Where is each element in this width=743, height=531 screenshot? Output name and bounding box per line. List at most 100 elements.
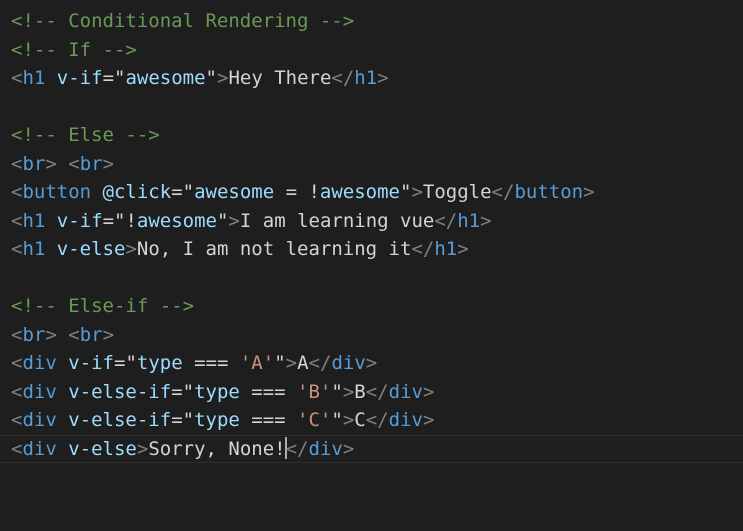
token-punct: </ xyxy=(308,352,332,374)
token-tag: div xyxy=(22,437,57,460)
token-punct: < xyxy=(68,152,80,175)
token-tag: br xyxy=(22,323,46,346)
token-text: =" xyxy=(171,409,195,431)
token-punct: </ xyxy=(411,238,435,260)
token-punct: </ xyxy=(285,437,309,460)
token-punct: < xyxy=(11,323,23,346)
token-attr: awesome xyxy=(194,181,275,203)
token-tag: div xyxy=(388,409,423,431)
token-tag: br xyxy=(79,152,103,175)
token-punct: > xyxy=(422,409,435,431)
code-line-current[interactable]: <div v-else>Sorry, None!</div> xyxy=(0,435,743,464)
code-line[interactable]: <h1 v-if="awesome">Hey There</h1> xyxy=(11,64,743,93)
code-line[interactable] xyxy=(11,93,743,122)
token-attr: type xyxy=(194,409,240,431)
code-line[interactable]: <!-- Conditional Rendering --> xyxy=(11,7,743,36)
token-tag: br xyxy=(22,152,46,175)
token-punct: > xyxy=(285,352,298,374)
token-punct: > xyxy=(480,209,492,232)
token-attr: v-else-if xyxy=(68,380,172,403)
token-tag: h1 xyxy=(457,209,481,232)
token-punct: </ xyxy=(331,67,355,89)
token-squote: 'C' xyxy=(297,409,332,431)
code-line[interactable]: <!-- Else --> xyxy=(11,121,743,150)
token-squote: 'A' xyxy=(239,352,275,374)
token-punct: < xyxy=(11,409,23,431)
token-text: " xyxy=(331,380,343,403)
code-line[interactable]: <!-- If --> xyxy=(11,36,743,65)
token-attr: v-else-if xyxy=(68,409,172,431)
code-line[interactable]: <div v-if="type === 'A'">A</div> xyxy=(11,349,743,378)
token-punct: > xyxy=(125,238,137,260)
code-line[interactable]: <div v-else-if="type === 'B'">B</div> xyxy=(11,378,743,407)
token-punct: < xyxy=(68,323,80,346)
token-text: = ! xyxy=(274,181,320,203)
code-line[interactable]: <div v-else-if="type === 'C'">C</div> xyxy=(11,406,743,435)
token-attr: v-if xyxy=(68,352,114,374)
token-text: Hey There xyxy=(228,67,332,89)
code-line[interactable] xyxy=(11,264,743,293)
token-punct: < xyxy=(11,67,23,89)
code-line[interactable]: <h1 v-else>No, I am not learning it</h1> xyxy=(11,235,743,264)
token-text: C xyxy=(354,409,366,431)
token-attr: type xyxy=(136,352,183,374)
token-punct: > xyxy=(342,437,355,460)
token-punct: < xyxy=(11,437,23,460)
token-text: " xyxy=(216,209,229,232)
token-tag: div xyxy=(308,437,343,460)
token-squote: 'B' xyxy=(297,380,332,403)
token-punct: > xyxy=(342,380,355,403)
token-punct: </ xyxy=(365,409,389,431)
token-text: =" xyxy=(114,352,137,374)
token-tag: button xyxy=(22,181,92,203)
code-line[interactable]: <button @click="awesome = !awesome">Togg… xyxy=(11,178,743,207)
token-punct: > xyxy=(136,437,149,460)
token-punct: > xyxy=(583,181,595,203)
token-text: =" xyxy=(102,67,126,89)
token-punct: < xyxy=(11,152,23,175)
token-punct: > xyxy=(102,323,115,346)
token-punct: </ xyxy=(365,380,389,403)
token-text: === xyxy=(239,380,298,403)
token-tag: div xyxy=(388,380,423,403)
code-line[interactable]: <br> <br> xyxy=(11,321,743,350)
token-punct: > xyxy=(342,409,355,431)
token-attr: awesome xyxy=(125,67,206,89)
token-tag: h1 xyxy=(22,209,46,232)
token-punct: < xyxy=(11,181,23,203)
token-tag: div xyxy=(22,409,57,431)
token-punct: < xyxy=(11,209,23,232)
token-attr: v-else xyxy=(56,238,126,260)
token-punct: < xyxy=(11,380,23,403)
token-attr: v-if xyxy=(56,209,103,232)
token-punct: > xyxy=(365,352,378,374)
code-editor[interactable]: <!-- Conditional Rendering --> <!-- If --… xyxy=(0,0,743,531)
token-punct: > xyxy=(216,67,229,89)
token-text: =" xyxy=(171,181,195,203)
token-comment: <!-- Else-if --> xyxy=(11,295,195,317)
token-attr: awesome xyxy=(136,209,217,232)
code-line[interactable]: <h1 v-if="!awesome">I am learning vue</h… xyxy=(11,207,743,236)
token-punct: > xyxy=(45,152,57,175)
token-attr: type xyxy=(194,380,240,403)
token-text: A xyxy=(297,352,309,374)
token-punct: </ xyxy=(491,181,515,203)
code-area[interactable]: <!-- Conditional Rendering --> <!-- If --… xyxy=(11,7,743,463)
code-line[interactable]: <br> <br> xyxy=(11,150,743,179)
token-comment: <!-- Conditional Rendering --> xyxy=(11,10,355,32)
token-tag: br xyxy=(79,323,103,346)
token-attr: @click xyxy=(102,181,172,203)
token-punct: > xyxy=(228,209,240,232)
token-text: ="! xyxy=(102,209,137,232)
token-text: Toggle xyxy=(422,181,492,203)
token-text: === xyxy=(182,352,240,374)
code-line[interactable]: <!-- Else-if --> xyxy=(11,292,743,321)
token-punct: </ xyxy=(434,209,458,232)
